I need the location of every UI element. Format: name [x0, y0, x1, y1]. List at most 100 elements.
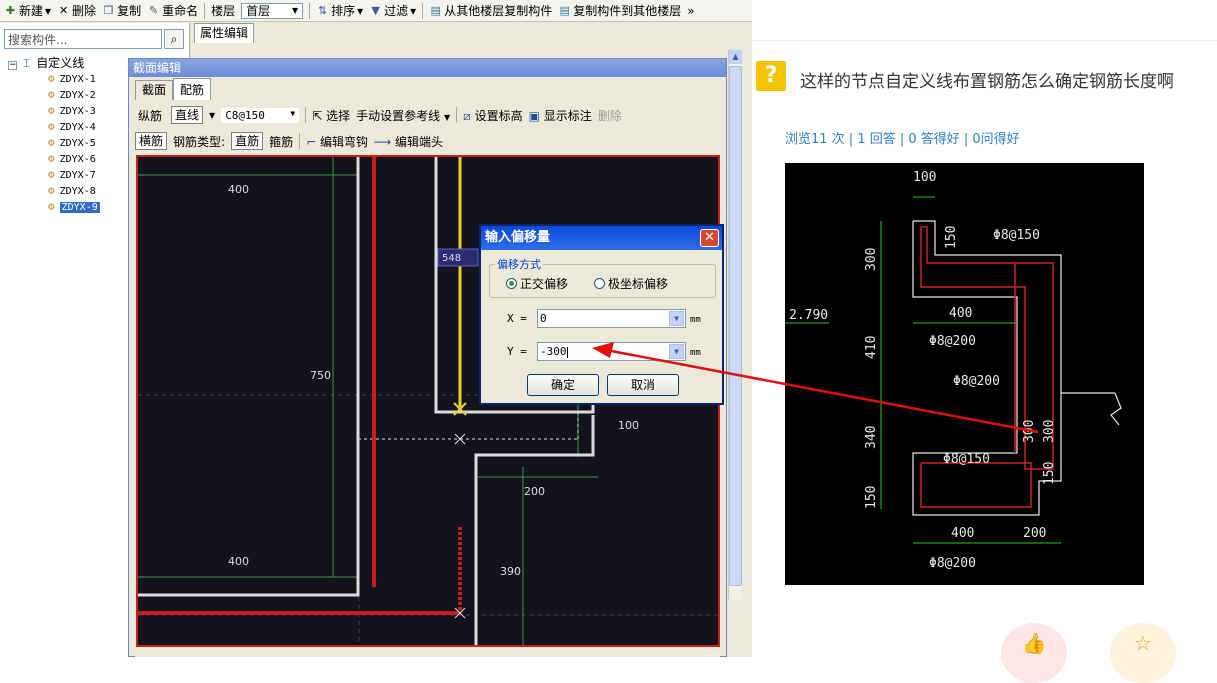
sort-button[interactable]: ⇅ 排序 ▾	[316, 2, 363, 19]
cad-label: Φ8@200	[929, 334, 976, 349]
outline-segment	[474, 415, 595, 645]
collapse-icon[interactable]: −	[8, 61, 17, 70]
hook-icon: ⌐	[306, 134, 317, 149]
cad-label: Φ8@150	[993, 228, 1040, 243]
cad-dim-lines	[785, 196, 1061, 544]
gear-icon: ⚙	[48, 88, 55, 101]
tab-section[interactable]: 截面	[135, 80, 174, 100]
dims-icon: ▣	[528, 108, 540, 123]
tree-item[interactable]: ⚙ ZDYX-1	[48, 71, 96, 87]
tab-reinforcement[interactable]: 配筋	[173, 78, 212, 100]
dim-label: 200	[524, 485, 545, 498]
x-offset-input[interactable]: 0 ▼	[537, 309, 686, 328]
tree-item[interactable]: ⚙ ZDYX-6	[48, 151, 96, 167]
copy-to-floor-button[interactable]: ▤ 复制构件到其他楼层	[558, 2, 682, 19]
show-dims-button[interactable]: ▣ 显示标注	[529, 107, 592, 124]
y-label: Y =	[507, 345, 527, 358]
question-icon: ?	[756, 61, 786, 91]
star-icon[interactable]: ☆	[1110, 623, 1176, 683]
chevron-down-icon[interactable]: ▼	[669, 311, 684, 326]
search-icon[interactable]: ⌕	[164, 29, 184, 49]
filter-button[interactable]: ▼ 过滤 ▾	[369, 2, 416, 19]
tree-item[interactable]: ⚙ ZDYX-8	[48, 183, 96, 199]
tree-item[interactable]: ⚙ ZDYX-3	[48, 103, 96, 119]
close-icon[interactable]: ✕	[700, 229, 719, 247]
rebar-spec-combo[interactable]: C8@150 ▼	[221, 107, 300, 123]
question-title: 这样的节点自定义线布置钢筋怎么确定钢筋长度啊	[800, 72, 1174, 92]
line-mode-dropdown-icon[interactable]: ▼	[209, 111, 215, 120]
y-unit-label: mm	[690, 348, 701, 358]
tree-item-label: ZDYX-6	[59, 154, 96, 165]
cad-label: 410	[864, 336, 879, 359]
cad-drawing: 100 Φ8@150 400 Φ8@200 2.790 Φ8@200 Φ8@15…	[785, 170, 1122, 571]
tree-item-label: ZDYX-4	[59, 122, 96, 133]
delete-icon: ✕	[58, 4, 69, 17]
select-button[interactable]: ⇱ 选择	[312, 107, 350, 124]
rename-button[interactable]: ✎ 重命名	[147, 2, 198, 19]
rebar-lines	[138, 157, 462, 615]
manual-ref-line-button[interactable]: 手动设置参考线 ▼	[356, 107, 450, 124]
copy-from-floor-button[interactable]: ▤ 从其他楼层复制构件	[429, 2, 553, 19]
tree-item[interactable]: ⚙ ZDYX-2	[48, 87, 96, 103]
toolbar-overflow-button[interactable]: »	[687, 4, 694, 18]
tree-item-label: ZDYX-8	[59, 186, 96, 197]
radio-orthogonal-offset[interactable]: 正交偏移	[506, 275, 568, 292]
delete-button[interactable]: ✕ 删除	[57, 2, 96, 19]
tree-item[interactable]: ⚙ ZDYX-7	[48, 167, 96, 183]
new-button[interactable]: ✚ 新建 ▾	[4, 2, 51, 19]
radio-polar-offset[interactable]: 极坐标偏移	[594, 275, 668, 292]
floor-dropdown[interactable]: 首层 ▼	[241, 2, 304, 19]
end-icon: ⟶	[374, 134, 392, 149]
filter-icon: ▼	[371, 4, 380, 17]
edit-hook-button[interactable]: ⌐ 编辑弯钩	[306, 133, 368, 150]
vertical-scrollbar[interactable]: ▲	[728, 50, 742, 600]
scroll-thumb[interactable]	[729, 66, 742, 586]
cad-label: 300	[1042, 420, 1057, 443]
tree-item-label: ZDYX-2	[59, 90, 96, 101]
cad-label: 400	[949, 306, 972, 321]
edit-end-button[interactable]: ⟶ 编辑端头	[374, 133, 443, 150]
search-input[interactable]: 搜索构件...	[4, 29, 162, 49]
dim-label: 400	[228, 555, 249, 568]
gear-icon: ⚙	[48, 136, 55, 149]
set-elevation-button[interactable]: ⧄ 设置标高	[463, 107, 522, 124]
cad-label: 2.790	[789, 308, 828, 323]
line-mode-button[interactable]: 直线	[171, 106, 204, 124]
floor-selector: 楼层	[211, 4, 236, 18]
ok-button[interactable]: 确定	[527, 374, 599, 396]
y-offset-input[interactable]: -300 ▼	[537, 342, 686, 361]
sort-icon: ⇅	[318, 4, 328, 17]
cad-outline-segment	[912, 221, 1062, 516]
transverse-rebar-button[interactable]: 横筋	[135, 132, 168, 150]
chevron-down-icon[interactable]: ▼	[669, 344, 684, 359]
cad-label: 300	[1022, 420, 1037, 443]
stirrup-button[interactable]: 箍筋	[269, 133, 293, 150]
copy-button[interactable]: ❐ 复制	[102, 2, 141, 19]
software-window: ✚ 新建 ▾ ✕ 删除 ❐ 复制 ✎ 重命名 楼层 首层 ▼ ⇅ 排序 ▾ ▼ 过滤 ▾ ▤ 从其他楼…	[0, 0, 752, 657]
cad-label: 150	[944, 226, 959, 249]
tab-property-edit[interactable]: 属性编辑	[194, 23, 254, 43]
ref-lines	[358, 412, 579, 440]
rebar-toolbar-row1: 纵筋 直线 ▼ C8@150 ▼ ⇱ 选择 手动设置参考线 ▼ ⧄ 设置标高 ▣ …	[135, 103, 720, 127]
tree-item[interactable]: ⚙ ZDYX-9	[48, 199, 100, 215]
delete-rebar-button[interactable]: 删除	[598, 107, 622, 124]
x-unit-label: mm	[690, 315, 701, 325]
straight-rebar-button[interactable]: 直筋	[231, 132, 264, 150]
longitudinal-rebar-button[interactable]: 纵筋	[135, 107, 165, 124]
tree-item[interactable]: ⚙ ZDYX-5	[48, 135, 96, 151]
radio-checked-icon	[506, 278, 517, 289]
question-stats[interactable]: 浏览11 次 | 1 回答 | 0 答得好 | 0问得好	[785, 128, 1020, 147]
tree-item-label: ZDYX-5	[59, 138, 96, 149]
thumbs-up-icon[interactable]: 👍	[1001, 623, 1067, 683]
offset-mode-label: 偏移方式	[495, 256, 543, 272]
scroll-up-arrow[interactable]: ▲	[729, 50, 742, 64]
dynamic-input-value: 548	[442, 253, 461, 264]
dim-label: 750	[310, 369, 331, 382]
question-header: ? 这样的节点自定义线布置钢筋怎么确定钢筋长度啊	[752, 40, 1217, 110]
cad-detail-image[interactable]: 100 Φ8@150 400 Φ8@200 2.790 Φ8@200 Φ8@15…	[785, 163, 1144, 585]
tree-item[interactable]: ⚙ ZDYX-4	[48, 119, 96, 135]
cancel-button[interactable]: 取消	[607, 374, 679, 396]
tree-root[interactable]: − ⌶ 自定义线	[8, 55, 84, 71]
cad-label: 150	[1042, 462, 1057, 485]
copy-icon: ❐	[103, 4, 114, 17]
